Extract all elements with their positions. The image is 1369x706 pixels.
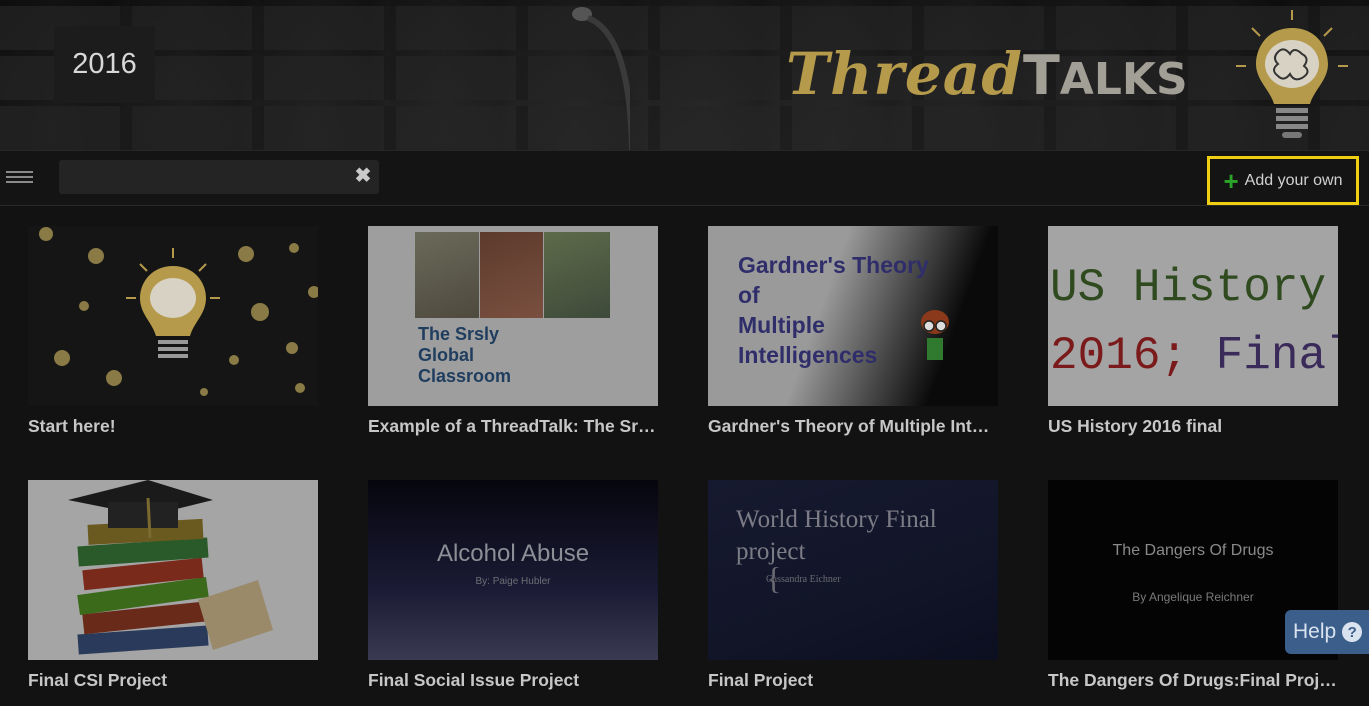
photo <box>544 232 610 318</box>
photo <box>480 232 543 318</box>
card-thumbnail <box>28 480 318 660</box>
card-title: The Dangers Of Drugs:Final Project <box>1048 670 1338 690</box>
card-title: Start here! <box>28 416 116 436</box>
help-button[interactable]: Help ? <box>1285 610 1369 654</box>
card-thumbnail: The Srsly Global Classroom <box>368 226 658 406</box>
brace-glyph: { <box>766 560 782 596</box>
close-icon[interactable]: ✖ <box>352 165 374 187</box>
card-thumbnail: US History 2016; Final <box>1048 226 1338 406</box>
toolbar: ✖ + Add your own <box>0 150 1369 206</box>
thumbnail-subtext: By: Paige Hubler <box>475 576 551 587</box>
talk-card[interactable]: The Dangers Of Drugs By Angelique Reichn… <box>1048 480 1338 691</box>
thumbnail-text: US History <box>1050 262 1327 314</box>
talk-card[interactable]: US History 2016; Final US History 2016 f… <box>1048 226 1338 437</box>
thumbnail-text: The Srsly Global Classroom <box>418 324 512 386</box>
talk-card[interactable]: The Srsly Global Classroom Example of a Th… <box>368 226 658 437</box>
brand-talks-rest: ALKS <box>1059 54 1188 105</box>
graduation-books-icon <box>68 480 273 655</box>
talk-card[interactable]: Final CSI Project <box>28 480 318 691</box>
year-badge[interactable]: 2016 <box>54 26 155 103</box>
hamburger-menu-icon[interactable] <box>6 171 33 185</box>
auditorium-seats <box>0 106 1369 150</box>
thumbnail-text: Gardner's Theory of Multiple Intelligences <box>738 252 929 368</box>
lightbulb-pattern-icon <box>39 227 318 396</box>
cartoon-character-icon <box>921 310 949 360</box>
talk-card[interactable]: Gardner's Theory of Multiple Intelligences … <box>708 226 998 437</box>
talk-card[interactable]: Start here! <box>28 226 318 437</box>
card-title: Final Project <box>708 670 814 690</box>
plus-icon: + <box>1223 165 1239 196</box>
talk-card[interactable]: Alcohol Abuse By: Paige Hubler Final Soc… <box>368 480 658 691</box>
thumbnail-text: Alcohol Abuse <box>436 540 590 567</box>
brand-talks: TALKS <box>1023 44 1188 107</box>
photo <box>415 232 479 318</box>
brand-thread: Thread <box>786 40 1023 108</box>
brand-talks-first: T <box>1022 44 1060 107</box>
card-title: Final CSI Project <box>28 670 168 690</box>
talk-card[interactable]: World History Final project Cassandra Ei… <box>708 480 998 691</box>
card-thumbnail: Gardner's Theory of Multiple Intelligences <box>708 226 998 406</box>
card-title: Gardner's Theory of Multiple Intelligenc… <box>708 416 998 436</box>
thumbnail-text: The Dangers Of Drugs <box>1112 542 1274 559</box>
search-input[interactable] <box>59 160 379 194</box>
thumbnail-subtext: By Angelique Reichner <box>1132 590 1254 604</box>
add-your-own-label: Add your own <box>1244 171 1343 189</box>
microphone-icon <box>572 7 630 150</box>
thumbnail-text: World History Final project <box>736 506 937 565</box>
card-thumbnail: World History Final project Cassandra Ei… <box>708 480 998 660</box>
card-thumbnail: Alcohol Abuse By: Paige Hubler <box>368 480 658 660</box>
card-thumbnail <box>28 226 318 406</box>
card-title: Example of a ThreadTalk: The Srsly Globa… <box>368 416 658 436</box>
card-title: Final Social Issue Project <box>368 670 580 690</box>
threadtalks-logo-text: Thread TALKS <box>786 40 1188 110</box>
help-label: Help <box>1293 620 1337 643</box>
lightbulb-brain-icon <box>1236 10 1348 138</box>
question-icon: ? <box>1342 622 1363 642</box>
card-title: US History 2016 final <box>1048 416 1223 436</box>
header-banner: 2016 Thread TALKS <box>0 0 1369 150</box>
add-your-own-button[interactable]: + Add your own <box>1207 156 1359 205</box>
thumbnail-text: 2016; Final <box>1050 330 1338 382</box>
